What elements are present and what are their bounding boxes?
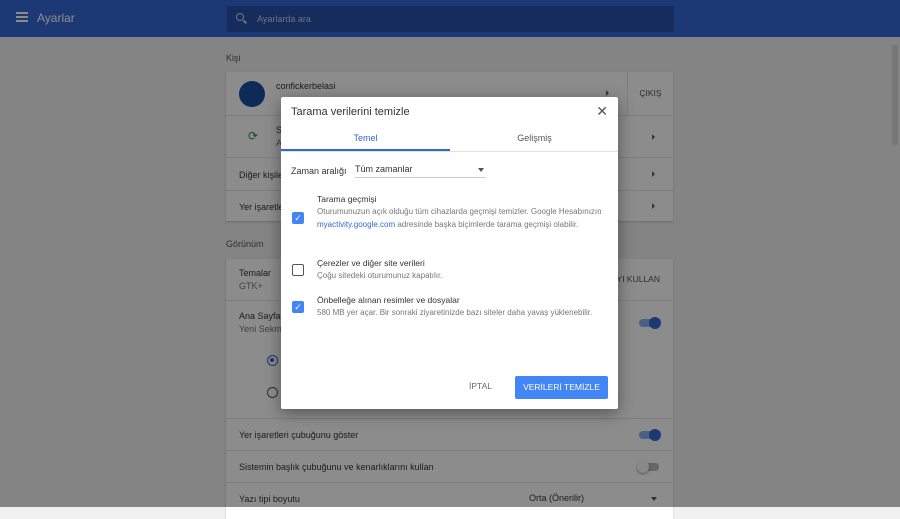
- time-range-select[interactable]: Tüm zamanlar: [355, 164, 486, 178]
- option-title: Önbelleğe alınan resimler ve dosyalar: [317, 295, 460, 305]
- clear-browsing-data-dialog: Tarama verilerini temizle ✕ Temel Gelişm…: [281, 97, 618, 409]
- option-description: Çoğu sitedeki oturumunuz kapatılır.: [317, 271, 443, 280]
- clear-data-button[interactable]: VERİLERİ TEMİZLE: [515, 376, 608, 399]
- time-range-label: Zaman aralığı: [291, 166, 347, 176]
- option-title: Çerezler ve diğer site verileri: [317, 258, 425, 268]
- tab-advanced[interactable]: Gelişmiş: [450, 133, 619, 151]
- option-description: Oturumunuzun açık olduğu tüm cihazlarda …: [317, 205, 607, 231]
- divider: [281, 151, 618, 152]
- tab-basic[interactable]: Temel: [281, 133, 450, 151]
- cookies-checkbox[interactable]: [292, 264, 304, 276]
- time-range-value: Tüm zamanlar: [355, 164, 413, 174]
- dropdown-caret-icon: [478, 168, 484, 172]
- cache-checkbox[interactable]: ✓: [292, 301, 304, 313]
- dialog-title: Tarama verilerini temizle: [291, 106, 410, 118]
- desc-text: Oturumunuzun açık olduğu tüm cihazlarda …: [317, 207, 602, 216]
- scrollbar[interactable]: [892, 45, 898, 145]
- history-checkbox[interactable]: ✓: [292, 212, 304, 224]
- option-title: Tarama geçmişi: [317, 194, 377, 204]
- cancel-button[interactable]: İPTAL: [469, 381, 492, 391]
- option-description: 580 MB yer açar. Bir sonraki ziyaretiniz…: [317, 308, 593, 317]
- myactivity-link[interactable]: myactivity.google.com: [317, 220, 395, 229]
- desc-text: adresinde başka biçimlerde tarama geçmiş…: [395, 220, 579, 229]
- close-icon[interactable]: ✕: [596, 103, 608, 120]
